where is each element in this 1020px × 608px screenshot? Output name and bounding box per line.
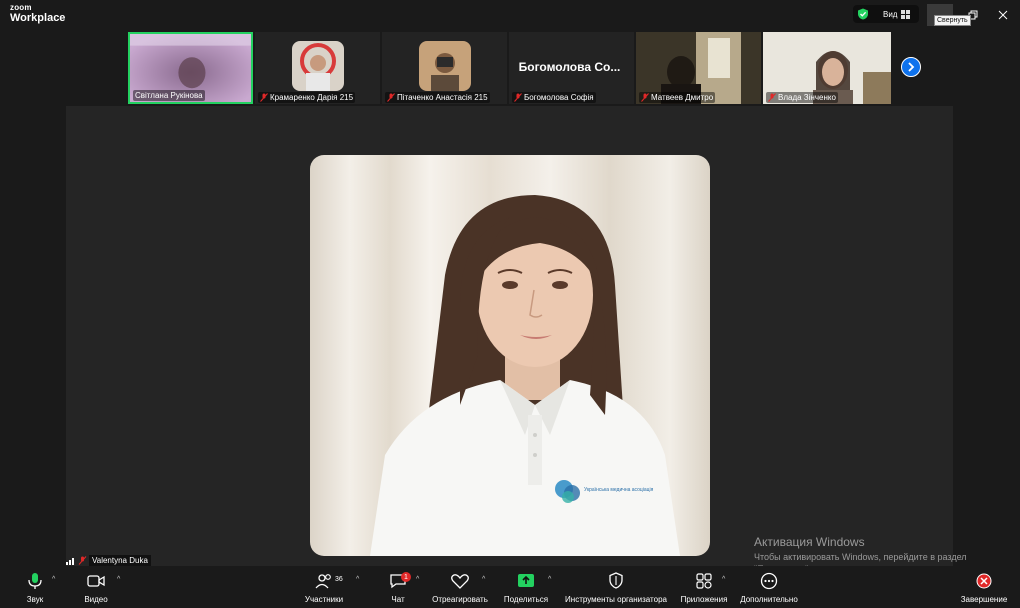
participant-name: Богомолова Софія — [512, 92, 596, 103]
more-button[interactable]: Дополнительно — [729, 572, 809, 606]
participants-button[interactable]: Участники — [284, 572, 364, 606]
participant-avatar — [292, 41, 344, 91]
speaker-profile-photo: Українська медична асоціація — [310, 155, 710, 556]
apps-icon — [696, 573, 712, 589]
muted-mic-icon — [641, 93, 649, 102]
title-bar: zoom Workplace Вид Свернуть — [0, 0, 1020, 30]
logo-line2: Workplace — [10, 12, 66, 24]
react-label: Отреагировать — [432, 595, 488, 604]
signal-bars-icon — [66, 557, 74, 565]
video-label: Видео — [84, 595, 108, 604]
participant-tile[interactable]: Влада Зінченко — [763, 32, 891, 104]
participant-avatar — [419, 41, 471, 91]
end-call-icon — [976, 573, 992, 589]
heart-icon — [451, 574, 469, 589]
grid-icon — [901, 9, 911, 19]
shirt-logo-text: Українська медична асоціація — [584, 487, 654, 493]
close-icon — [998, 10, 1008, 20]
apps-options-caret[interactable]: ^ — [722, 576, 725, 583]
meeting-toolbar: Звук ^ Видео ^ Участники ^ Чат ^ Отреаги… — [0, 566, 1020, 608]
camera-icon — [87, 575, 105, 587]
participant-name: Світлана Рукінова — [133, 90, 205, 101]
host-tools-button[interactable]: Инструменты организатора — [565, 572, 667, 606]
active-speaker-label: Valentyna Duka — [66, 555, 151, 566]
react-options-caret[interactable]: ^ — [482, 576, 485, 583]
participant-name: Пітаченко Анастасія 215 — [385, 92, 490, 103]
share-options-caret[interactable]: ^ — [548, 576, 551, 583]
participant-name: Крамаренко Дарія 215 — [258, 92, 356, 103]
muted-mic-icon — [78, 556, 87, 565]
speaker-stage: Українська медична асоціація — [66, 106, 953, 566]
more-label: Дополнительно — [740, 595, 798, 604]
audio-options-caret[interactable]: ^ — [52, 576, 55, 583]
participant-tile[interactable]: Пітаченко Анастасія 215 — [382, 32, 507, 104]
share-screen-icon — [518, 574, 534, 587]
speaker-name: Valentyna Duka — [89, 555, 151, 566]
minimize-tooltip: Свернуть — [934, 15, 971, 26]
chat-options-caret[interactable]: ^ — [416, 576, 419, 583]
end-meeting-button[interactable]: Завершение — [944, 572, 1020, 606]
share-screen-button[interactable]: Поделиться — [486, 572, 566, 606]
audio-label: Звук — [26, 595, 44, 604]
chat-label: Чат — [391, 595, 405, 604]
next-page-button[interactable] — [901, 57, 921, 77]
participant-tile[interactable]: Богомолова Со... Богомолова Софія — [509, 32, 634, 104]
logo-line1: zoom — [10, 3, 32, 12]
video-options-caret[interactable]: ^ — [117, 576, 120, 583]
zoom-logo: zoom Workplace — [10, 4, 65, 24]
participant-tile[interactable]: Крамаренко Дарія 215 — [255, 32, 380, 104]
view-label: Вид — [883, 9, 898, 19]
microphone-icon — [28, 573, 42, 589]
muted-mic-icon — [260, 93, 268, 102]
shield-icon — [858, 8, 868, 20]
shield-icon — [609, 572, 623, 589]
chat-unread-badge: 1 — [401, 572, 411, 582]
participant-name: Влада Зінченко — [766, 92, 838, 103]
participants-label: Участники — [304, 595, 344, 604]
muted-mic-icon — [768, 93, 776, 102]
host-tools-label: Инструменты организатора — [565, 595, 667, 604]
participant-tile[interactable]: Матвеев Дмитро — [636, 32, 761, 104]
participant-tile[interactable]: Світлана Рукінова — [128, 32, 253, 104]
participant-display-name: Богомолова Со... — [518, 60, 621, 74]
participants-count: 36 — [335, 576, 343, 583]
more-icon — [760, 572, 778, 590]
muted-mic-icon — [387, 93, 395, 102]
muted-mic-icon — [514, 93, 522, 102]
participants-icon — [315, 574, 331, 589]
video-button[interactable]: Видео — [56, 572, 136, 606]
view-button[interactable]: Вид — [853, 5, 919, 23]
close-window-button[interactable] — [990, 4, 1016, 26]
apps-label: Приложения — [680, 595, 728, 604]
chevron-right-icon — [908, 62, 915, 72]
watermark-title: Активация Windows — [754, 535, 865, 549]
participant-name: Матвеев Дмитро — [639, 92, 716, 103]
share-label: Поделиться — [503, 595, 549, 604]
end-label: Завершение — [960, 595, 1008, 604]
